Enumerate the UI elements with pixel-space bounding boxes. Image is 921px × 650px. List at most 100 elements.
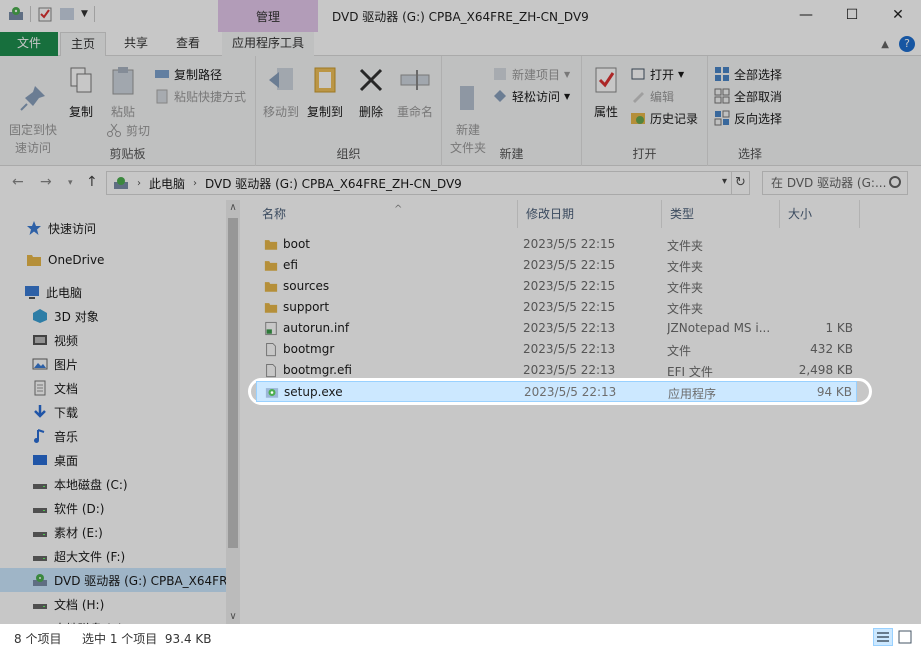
maximize-button[interactable]: ☐: [829, 0, 875, 30]
clipboard-group-label: 剪贴板: [109, 147, 146, 161]
sidebar-item-8[interactable]: 软件 (D:): [0, 496, 226, 520]
scroll-down-icon[interactable]: ∨: [226, 611, 240, 622]
recent-locations-icon[interactable]: ▾: [68, 178, 73, 188]
breadcrumb-separator-icon[interactable]: ›: [137, 178, 141, 189]
sidebar-item-11[interactable]: DVD 驱动器 (G:) CPBA_X64FRE: [0, 568, 226, 592]
sidebar-item-label: 软件 (D:): [54, 501, 105, 516]
sidebar-item-1[interactable]: 视频: [0, 328, 226, 352]
minimize-button[interactable]: —: [783, 0, 829, 30]
dvd-drive-icon: [32, 572, 48, 588]
file-row[interactable]: bootmgr 2023/5/5 22:13 文件 432 KB: [256, 339, 857, 360]
nav-this-pc[interactable]: 此电脑: [24, 280, 226, 304]
column-header-size[interactable]: 大小: [780, 200, 860, 228]
sidebar-item-4[interactable]: 下载: [0, 400, 226, 424]
file-name: bootmgr.efi: [283, 363, 352, 377]
file-row-highlighted[interactable]: setup.exe 2023/5/5 22:13 应用程序 94 KB: [256, 381, 857, 402]
nav-scrollbar[interactable]: ∧ ∨: [226, 200, 240, 624]
sidebar-item-10[interactable]: 超大文件 (F:): [0, 544, 226, 568]
tab-manage[interactable]: 管理: [218, 0, 318, 32]
cut-button[interactable]: 剪切: [106, 120, 150, 140]
details-view-icon[interactable]: [873, 628, 893, 646]
nav-scrollbar-thumb[interactable]: [228, 218, 238, 548]
open-button[interactable]: 打开 ▼: [630, 64, 684, 84]
select-all-button[interactable]: 全部选择: [714, 64, 782, 84]
up-arrow-icon[interactable]: ↑: [86, 174, 98, 190]
collapse-ribbon-icon[interactable]: ▲: [881, 39, 889, 50]
column-header-name[interactable]: 名称 ^: [254, 200, 518, 228]
tab-home[interactable]: 主页: [60, 32, 107, 57]
file-name: sources: [283, 279, 330, 293]
sidebar-item-12[interactable]: 文档 (H:): [0, 592, 226, 616]
paste-shortcut-button[interactable]: 粘贴快捷方式: [154, 86, 246, 106]
edit-label: 编辑: [650, 89, 675, 104]
nav-quick-access[interactable]: 快速访问: [26, 216, 226, 240]
tab-view[interactable]: 查看: [166, 32, 210, 56]
rename-button[interactable]: 重命名: [392, 64, 438, 121]
pin-quick-access-button[interactable]: 固定到快 速访问: [6, 64, 60, 157]
file-row[interactable]: support 2023/5/5 22:15 文件夹: [256, 297, 857, 318]
file-row[interactable]: sources 2023/5/5 22:15 文件夹: [256, 276, 857, 297]
file-row[interactable]: bootmgr.efi 2023/5/5 22:13 EFI 文件 2,498 KB: [256, 360, 857, 381]
history-label: 历史记录: [650, 111, 699, 126]
copy-to-button[interactable]: 复制到: [304, 64, 346, 121]
sidebar-item-0[interactable]: 3D 对象: [0, 304, 226, 328]
sidebar-item-3[interactable]: 文档: [0, 376, 226, 400]
move-to-button[interactable]: 移动到: [260, 64, 302, 121]
nav-onedrive[interactable]: OneDrive: [26, 248, 226, 272]
file-icon: [264, 363, 278, 378]
sidebar-item-13[interactable]: 本地磁盘 (I:): [0, 616, 226, 625]
help-icon[interactable]: ?: [899, 36, 915, 52]
address-bar-area: ← → ▾ ↑ › 此电脑 › DVD 驱动器 (G:) CPBA_X64FRE…: [0, 166, 921, 200]
close-button[interactable]: ✕: [875, 0, 921, 30]
organize-group-label: 组织: [336, 147, 361, 161]
copy-to-icon: [314, 67, 336, 93]
search-input[interactable]: 在 DVD 驱动器 (G:...: [762, 171, 908, 195]
file-row[interactable]: efi 2023/5/5 22:15 文件夹: [256, 255, 857, 276]
tab-application-tools[interactable]: 应用程序工具: [222, 32, 315, 56]
paste-button[interactable]: 粘贴: [104, 64, 142, 121]
new-item-button[interactable]: 新建项目 ▼: [492, 64, 570, 84]
scroll-up-icon[interactable]: ∧: [226, 202, 240, 213]
easy-access-button[interactable]: 轻松访问 ▼: [492, 86, 570, 106]
file-date: 2023/5/5 22:15: [523, 300, 616, 314]
quick-access-toolbar: ▼: [8, 6, 95, 22]
file-list: 名称 ^ 修改日期 类型 大小 boot 2023/5/5 22:15 文件夹 efi…: [242, 200, 921, 624]
column-header-date[interactable]: 修改日期: [518, 200, 662, 228]
address-dropdown-icon[interactable]: ▾: [722, 176, 727, 187]
history-button[interactable]: 历史记录: [630, 108, 698, 128]
file-name: efi: [283, 258, 298, 272]
new-folder-qat-icon[interactable]: [59, 6, 75, 22]
sidebar-item-7[interactable]: 本地磁盘 (C:): [0, 472, 226, 496]
sidebar-item-6[interactable]: 桌面: [0, 448, 226, 472]
sidebar-item-2[interactable]: 图片: [0, 352, 226, 376]
forward-arrow-icon[interactable]: →: [40, 174, 52, 190]
new-item-icon: [494, 68, 506, 80]
file-row[interactable]: autorun.inf 2023/5/5 22:13 JZNotepad MS i.…: [256, 318, 857, 339]
sidebar-item-9[interactable]: 素材 (E:): [0, 520, 226, 544]
file-type: JZNotepad MS i...: [667, 321, 771, 335]
edit-button[interactable]: 编辑: [630, 86, 674, 106]
file-date: 2023/5/5 22:13: [523, 321, 616, 335]
properties-button[interactable]: 属性: [588, 64, 624, 121]
delete-button[interactable]: 删除: [352, 64, 390, 121]
invert-selection-button[interactable]: 反向选择: [714, 108, 782, 128]
copy-button[interactable]: 复制: [62, 64, 100, 121]
address-bar[interactable]: › 此电脑 › DVD 驱动器 (G:) CPBA_X64FRE_ZH-CN_D…: [106, 171, 732, 195]
column-header-type[interactable]: 类型: [662, 200, 780, 228]
copy-path-button[interactable]: 复制路径: [154, 64, 222, 84]
file-row[interactable]: boot 2023/5/5 22:15 文件夹: [256, 234, 857, 255]
breadcrumb-this-pc[interactable]: 此电脑: [149, 175, 185, 192]
qat-dropdown-icon[interactable]: ▼: [81, 9, 88, 19]
tab-file[interactable]: 文件: [0, 32, 58, 56]
tab-share[interactable]: 共享: [114, 32, 158, 56]
back-arrow-icon[interactable]: ←: [12, 174, 24, 190]
refresh-button[interactable]: ↻: [732, 171, 750, 195]
sidebar-item-label: 音乐: [54, 429, 79, 444]
large-icons-view-icon[interactable]: [895, 628, 915, 646]
new-folder-button[interactable]: 新建 文件夹: [448, 64, 488, 157]
breadcrumb-dvd-drive[interactable]: DVD 驱动器 (G:) CPBA_X64FRE_ZH-CN_DV9: [205, 175, 462, 192]
breadcrumb-separator-icon[interactable]: ›: [193, 178, 197, 189]
sidebar-item-5[interactable]: 音乐: [0, 424, 226, 448]
select-none-button[interactable]: 全部取消: [714, 86, 782, 106]
properties-icon[interactable]: [37, 6, 53, 22]
